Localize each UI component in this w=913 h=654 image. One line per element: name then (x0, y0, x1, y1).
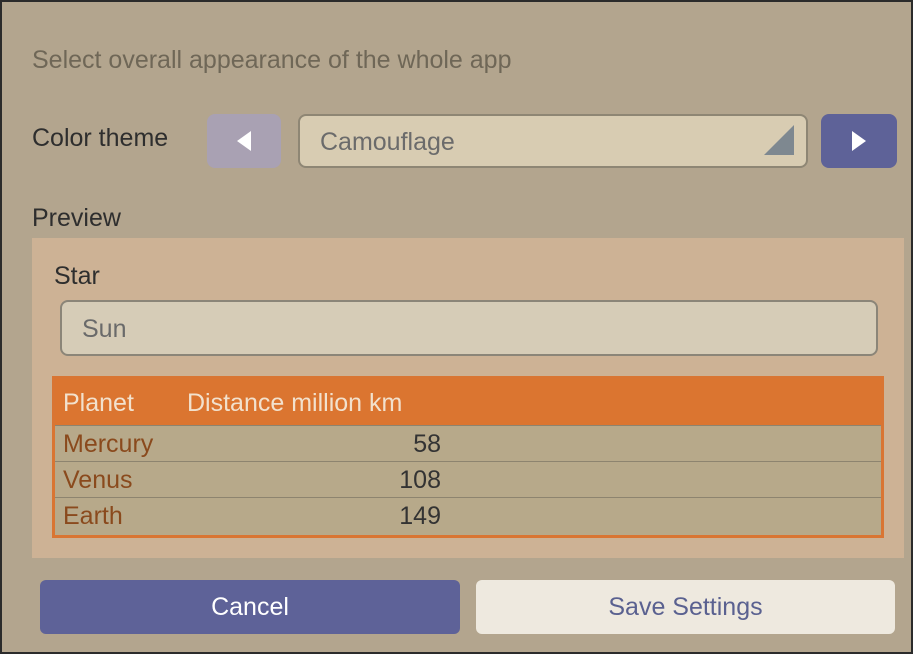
star-input-value: Sun (82, 315, 127, 343)
preview-panel: Star Sun Planet Distance million km Merc… (32, 238, 904, 558)
planet-cell: Earth (63, 502, 123, 530)
planet-table: Planet Distance million km Mercury 58 Ve… (52, 376, 884, 538)
next-theme-button[interactable] (821, 114, 897, 168)
table-row[interactable]: Earth 149 (55, 497, 881, 533)
distance-cell: 108 (399, 466, 441, 494)
dropdown-corner-icon (764, 125, 794, 155)
color-theme-label: Color theme (32, 124, 169, 152)
color-theme-value: Camouflage (320, 128, 455, 156)
column-header-planet[interactable]: Planet (63, 389, 134, 418)
planet-cell: Mercury (63, 430, 154, 458)
table-row[interactable]: Venus 108 (55, 461, 881, 497)
save-settings-button[interactable]: Save Settings (476, 580, 895, 634)
triangle-left-icon (237, 131, 251, 151)
cancel-button[interactable]: Cancel (40, 580, 460, 634)
triangle-right-icon (852, 131, 866, 151)
appearance-subtitle: Select overall appearance of the whole a… (32, 46, 512, 74)
star-input[interactable]: Sun (60, 300, 878, 356)
distance-cell: 58 (413, 430, 441, 458)
settings-window: Select overall appearance of the whole a… (0, 0, 913, 654)
table-header: Planet Distance million km (55, 379, 881, 425)
column-header-distance[interactable]: Distance million km (187, 389, 402, 418)
distance-cell: 149 (399, 502, 441, 530)
star-label: Star (54, 262, 100, 290)
previous-theme-button[interactable] (207, 114, 281, 168)
table-row[interactable]: Mercury 58 (55, 425, 881, 461)
color-theme-select[interactable]: Camouflage (298, 114, 808, 168)
preview-label: Preview (32, 204, 121, 232)
planet-cell: Venus (63, 466, 133, 494)
